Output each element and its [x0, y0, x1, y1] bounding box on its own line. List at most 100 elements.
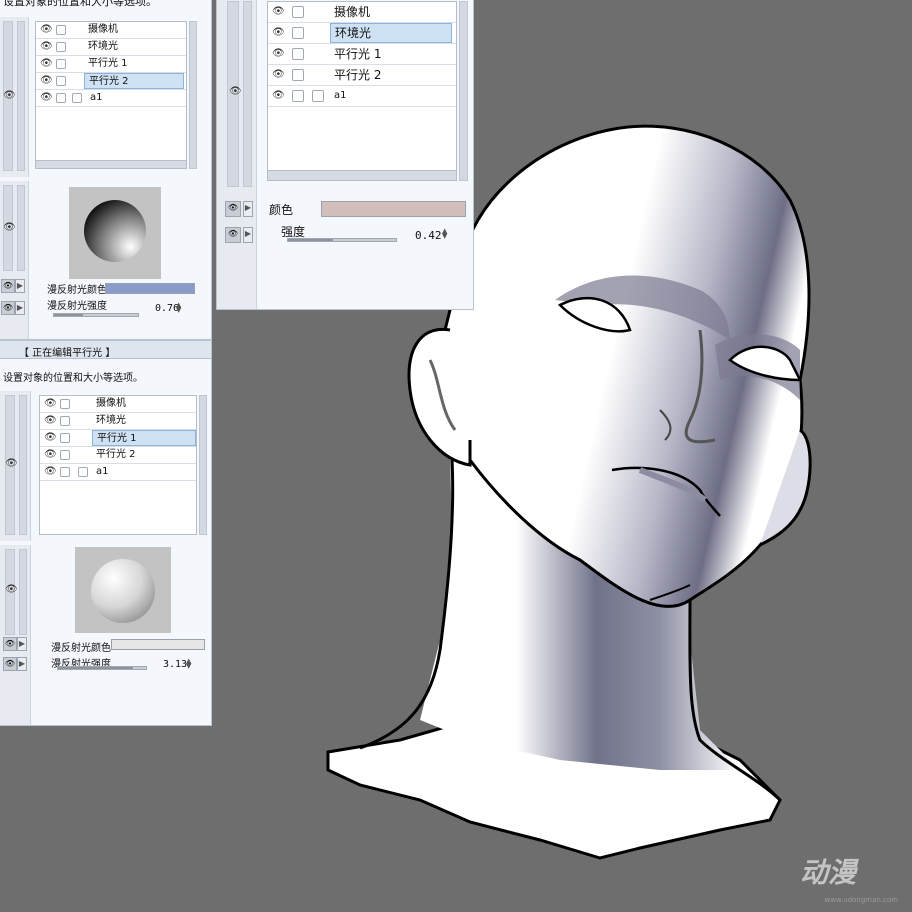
diffuse-strength-slider[interactable] — [57, 666, 147, 670]
layer-row[interactable]: 👁 平行光 1 — [40, 430, 196, 447]
checkbox-icon[interactable] — [292, 27, 304, 39]
checkbox-icon[interactable] — [292, 48, 304, 60]
checkbox-icon[interactable] — [72, 93, 82, 103]
layer-label: 环境光 — [96, 415, 126, 426]
eye-icon[interactable]: 👁 — [44, 467, 57, 477]
expand-arrow-icon[interactable]: ▶ — [17, 637, 27, 651]
slider-fill — [58, 667, 133, 669]
layer-row[interactable]: 👁 a1 — [40, 464, 196, 481]
diffuse-color-swatch[interactable] — [105, 283, 195, 294]
layer-row[interactable]: 👁 环境光 — [268, 23, 456, 44]
eye-icon[interactable]: 👁 — [3, 637, 17, 651]
layer-row[interactable]: 👁 环境光 — [36, 39, 186, 56]
layer-row[interactable]: 👁 摄像机 — [36, 22, 186, 39]
layer-row[interactable]: 👁 a1 — [268, 86, 456, 107]
eye-icon[interactable]: 👁 — [1, 301, 15, 315]
panel-directional-light-2: 设置对象的位置和大小等选项。 👁 👁 摄像机 👁 环境光 👁 平行光 1 👁 平… — [0, 0, 212, 340]
expand-arrow-icon[interactable]: ▶ — [15, 301, 25, 315]
color-swatch[interactable] — [321, 201, 466, 217]
eye-icon[interactable]: 👁 — [225, 201, 241, 217]
eye-icon[interactable]: 👁 — [3, 223, 16, 233]
layer-row[interactable]: 👁 平行光 2 — [268, 65, 456, 86]
expand-arrow-icon[interactable]: ▶ — [15, 279, 25, 293]
layer-row[interactable]: 👁 环境光 — [40, 413, 196, 430]
vertical-track[interactable] — [17, 185, 25, 271]
eye-icon[interactable]: 👁 — [40, 25, 53, 35]
checkbox-icon[interactable] — [60, 399, 70, 409]
material-preview — [69, 187, 161, 279]
spinner-arrows-icon[interactable]: ▲ ▼ — [186, 658, 191, 670]
strength-slider[interactable] — [287, 238, 397, 242]
eye-icon[interactable]: 👁 — [225, 227, 241, 243]
checkbox-icon[interactable] — [60, 450, 70, 460]
vertical-scrollbar[interactable] — [189, 21, 197, 169]
expand-arrow-icon[interactable]: ▶ — [243, 227, 253, 243]
expand-arrow-icon[interactable]: ▶ — [17, 657, 27, 671]
checkbox-icon[interactable] — [292, 90, 304, 102]
eye-icon[interactable]: 👁 — [272, 91, 285, 101]
vertical-scrollbar[interactable] — [199, 395, 207, 535]
panel-ambient-light: 👁 👁 摄像机 👁 环境光 👁 平行光 1 👁 平行光 2 👁 a1 👁 ▶ 颜… — [216, 0, 474, 310]
eye-icon[interactable]: 👁 — [5, 459, 18, 469]
layer-label: a1 — [96, 466, 109, 477]
layer-row[interactable]: 👁 摄像机 — [268, 2, 456, 23]
layer-row[interactable]: 👁 平行光 1 — [36, 56, 186, 73]
layer-row[interactable]: 👁 平行光 1 — [268, 44, 456, 65]
eye-icon[interactable]: 👁 — [40, 76, 53, 86]
diffuse-color-label: 漫反射光颜色 — [51, 643, 111, 654]
eye-icon[interactable]: 👁 — [272, 49, 285, 59]
layer-row[interactable]: 👁 a1 — [36, 90, 186, 107]
watermark-logo-graphic: 动漫 — [800, 856, 859, 889]
checkbox-icon[interactable] — [56, 76, 66, 86]
layer-list: 👁 摄像机 👁 环境光 👁 平行光 1 👁 平行光 2 👁 a1 — [267, 1, 457, 181]
layer-row[interactable]: 👁 摄像机 — [40, 396, 196, 413]
expand-arrow-icon[interactable]: ▶ — [243, 201, 253, 217]
diffuse-strength-slider[interactable] — [53, 313, 139, 317]
layer-label: 平行光 1 — [334, 47, 382, 61]
checkbox-icon[interactable] — [78, 467, 88, 477]
vertical-track[interactable] — [17, 21, 25, 171]
eye-icon[interactable]: 👁 — [229, 87, 242, 97]
vertical-scrollbar[interactable] — [459, 1, 468, 181]
eye-icon[interactable]: 👁 — [5, 585, 18, 595]
checkbox-icon[interactable] — [312, 90, 324, 102]
checkbox-icon[interactable] — [60, 433, 70, 443]
layer-row[interactable]: 👁 平行光 2 — [36, 73, 186, 90]
checkbox-icon[interactable] — [60, 467, 70, 477]
checkbox-icon[interactable] — [56, 42, 66, 52]
layer-label: 平行光 2 — [96, 449, 136, 460]
diffuse-strength-value[interactable]: 3.13 — [163, 659, 187, 670]
checkbox-icon[interactable] — [56, 25, 66, 35]
eye-icon[interactable]: 👁 — [3, 91, 16, 101]
vertical-track[interactable] — [243, 1, 252, 187]
spinner-arrows-icon[interactable]: ▲ ▼ — [176, 302, 181, 314]
checkbox-icon[interactable] — [292, 69, 304, 81]
checkbox-icon[interactable] — [56, 59, 66, 69]
strength-value[interactable]: 0.42 — [415, 229, 442, 242]
horizontal-scrollbar[interactable] — [36, 160, 186, 168]
vertical-track[interactable] — [19, 395, 27, 535]
eye-icon[interactable]: 👁 — [44, 450, 57, 460]
horizontal-scrollbar[interactable] — [268, 170, 456, 180]
eye-icon[interactable]: 👁 — [272, 28, 285, 38]
vertical-track[interactable] — [19, 549, 27, 635]
eye-icon[interactable]: 👁 — [40, 93, 53, 103]
eye-icon[interactable]: 👁 — [40, 42, 53, 52]
watermark-url: www.udongman.com — [824, 896, 898, 904]
layer-row[interactable]: 👁 平行光 2 — [40, 447, 196, 464]
eye-icon[interactable]: 👁 — [272, 70, 285, 80]
eye-icon[interactable]: 👁 — [272, 7, 285, 17]
panel-title-bar: 【 正在编辑平行光 】 — [0, 341, 211, 359]
eye-icon[interactable]: 👁 — [3, 657, 17, 671]
diffuse-color-swatch[interactable] — [111, 639, 205, 650]
eye-icon[interactable]: 👁 — [44, 399, 57, 409]
eye-icon[interactable]: 👁 — [44, 433, 57, 443]
spinner-arrows-icon[interactable]: ▲ ▼ — [442, 228, 447, 240]
checkbox-icon[interactable] — [292, 6, 304, 18]
material-preview — [75, 547, 171, 633]
eye-icon[interactable]: 👁 — [1, 279, 15, 293]
eye-icon[interactable]: 👁 — [40, 59, 53, 69]
checkbox-icon[interactable] — [60, 416, 70, 426]
checkbox-icon[interactable] — [56, 93, 66, 103]
eye-icon[interactable]: 👁 — [44, 416, 57, 426]
